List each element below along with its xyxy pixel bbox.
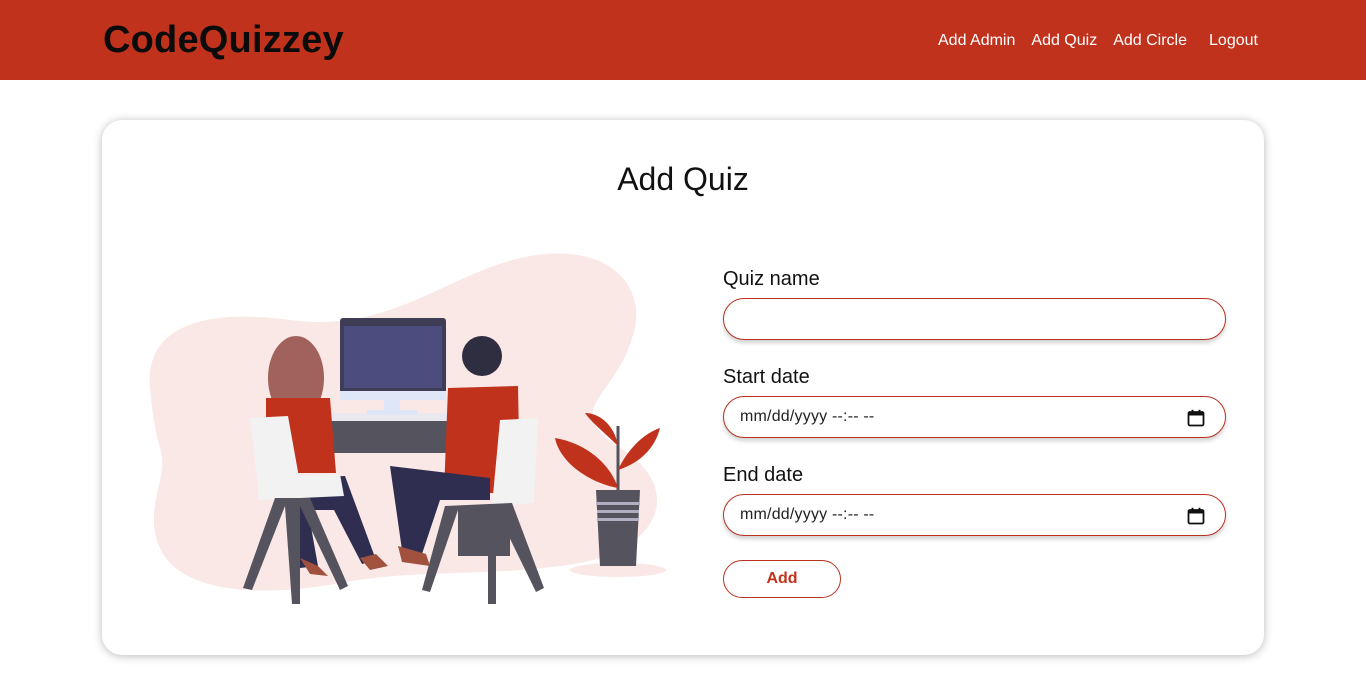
start-date-label: Start date bbox=[723, 366, 810, 388]
coworkers-illustration bbox=[149, 253, 666, 604]
start-date-value: mm/dd/yyyy --:-- -- bbox=[740, 408, 875, 425]
nav-link-add-admin[interactable]: Add Admin bbox=[938, 31, 1015, 51]
monitor-foot bbox=[367, 410, 417, 415]
end-date-input[interactable]: mm/dd/yyyy --:-- -- bbox=[723, 494, 1226, 536]
page-title: Add Quiz bbox=[617, 161, 749, 197]
nav-links: Add Admin Add Quiz Add Circle Logout bbox=[938, 30, 1258, 52]
woman-chair-seat bbox=[258, 474, 344, 500]
add-quiz-card: Add Quiz Quiz name Start date mm/dd/yyyy… bbox=[102, 120, 1264, 655]
monitor-screen bbox=[344, 326, 442, 388]
calendar-icon[interactable] bbox=[1187, 507, 1205, 525]
plant-pot-stripe-2 bbox=[597, 510, 639, 513]
plant-pot-stripe-3 bbox=[597, 518, 639, 521]
nav-link-add-circle[interactable]: Add Circle bbox=[1113, 31, 1187, 51]
brand-logo[interactable]: CodeQuizzey bbox=[103, 17, 344, 63]
desk-body bbox=[328, 421, 458, 453]
plant-pot bbox=[596, 490, 640, 566]
quiz-name-label: Quiz name bbox=[723, 268, 820, 290]
end-date-label: End date bbox=[723, 464, 804, 486]
add-button[interactable]: Add bbox=[723, 560, 841, 598]
end-date-value: mm/dd/yyyy --:-- -- bbox=[740, 506, 875, 523]
plant-pot-stripe-1 bbox=[596, 502, 640, 505]
man-head bbox=[462, 336, 502, 376]
monitor-base-strip bbox=[340, 391, 446, 400]
calendar-icon[interactable] bbox=[1187, 409, 1205, 427]
nav-link-add-quiz[interactable]: Add Quiz bbox=[1031, 31, 1097, 51]
top-navbar: CodeQuizzey Add Admin Add Quiz Add Circl… bbox=[0, 0, 1366, 80]
quiz-name-input[interactable] bbox=[723, 298, 1226, 340]
start-date-input[interactable]: mm/dd/yyyy --:-- -- bbox=[723, 396, 1226, 438]
nav-link-logout[interactable]: Logout bbox=[1209, 31, 1258, 51]
